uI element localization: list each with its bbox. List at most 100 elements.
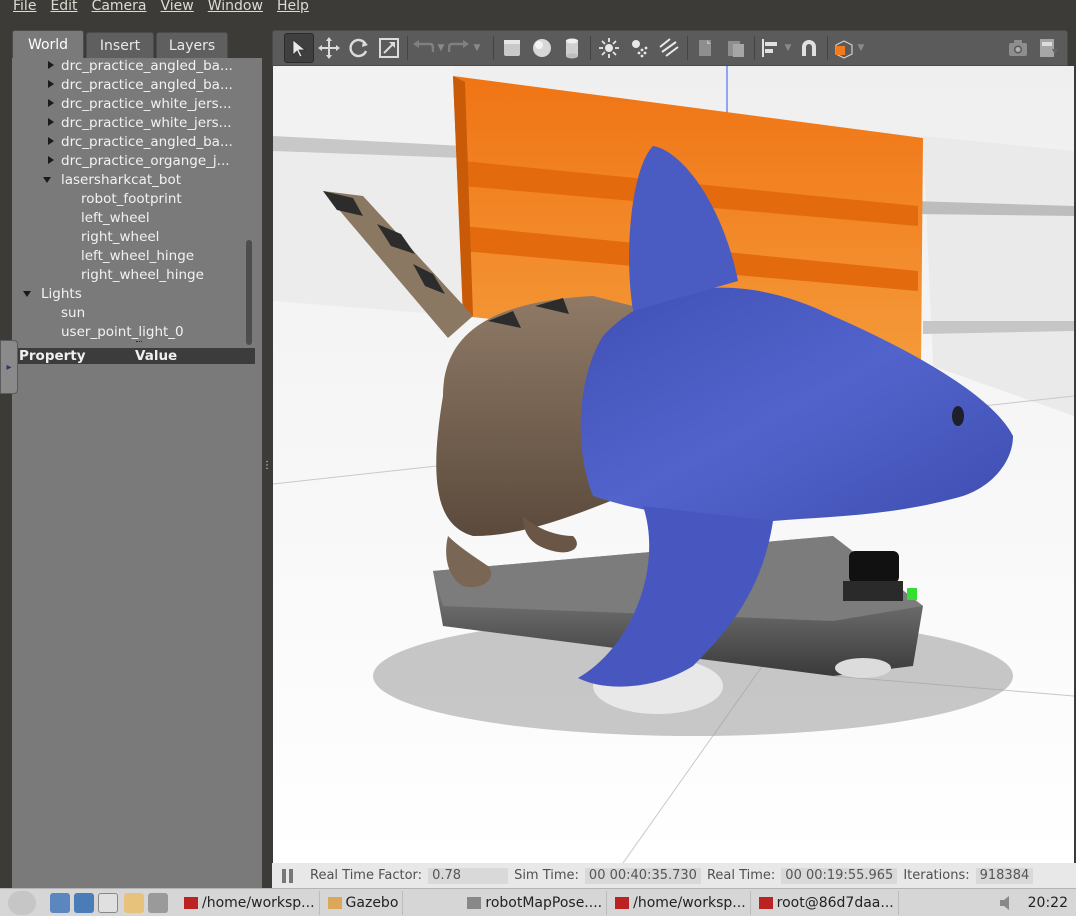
scene-viewport[interactable] <box>273 66 1074 863</box>
tree-item-light[interactable]: user_point_light_0 <box>61 322 184 341</box>
tree-item-joint[interactable]: left_wheel_hinge <box>81 246 194 265</box>
terminal-icon <box>184 896 198 909</box>
desktop-icon[interactable] <box>74 892 94 913</box>
panel-collapse-handle[interactable]: ▸ <box>0 340 18 394</box>
tab-insert[interactable]: Insert <box>86 32 154 58</box>
task-terminal-3[interactable]: root@86d7daa... <box>755 890 899 915</box>
view-angle-dropdown[interactable]: ▼ <box>855 43 867 53</box>
menu-edit[interactable]: Edit <box>43 0 84 15</box>
lidar-mount <box>843 581 903 601</box>
tree-item-model[interactable]: drc_practice_angled_ba... <box>46 132 233 151</box>
tab-layers[interactable]: Layers <box>156 32 228 58</box>
collapse-arrow-icon[interactable] <box>23 284 33 303</box>
expand-arrow-icon[interactable] <box>46 58 56 75</box>
redo-history-dropdown[interactable]: ▼ <box>471 43 483 53</box>
terminal-icon <box>758 896 773 909</box>
volume-icon[interactable] <box>998 895 1020 911</box>
scale-mode-button[interactable] <box>374 33 404 63</box>
vertical-splitter-grip[interactable]: ⋮ <box>262 460 272 480</box>
toolbar-separator <box>827 36 828 60</box>
copy-button[interactable] <box>691 33 721 63</box>
tree-item-model[interactable]: drc_practice_angled_ba... <box>46 75 233 94</box>
tree-scrollbar[interactable] <box>246 240 252 345</box>
paste-button[interactable] <box>721 33 751 63</box>
task-terminal-2[interactable]: /home/worksp... <box>611 890 751 915</box>
tree-item-label: left_wheel <box>81 209 150 226</box>
tree-item-light[interactable]: sun <box>61 303 85 322</box>
snap-button[interactable] <box>794 33 824 63</box>
gazebo-launcher-icon[interactable] <box>124 892 144 913</box>
pause-button[interactable] <box>282 868 296 883</box>
sun-light-icon <box>599 38 619 58</box>
menu-window-label: Window <box>207 0 263 14</box>
tree-item-model[interactable]: drc_practice_white_jers... <box>46 113 232 132</box>
log-button[interactable] <box>1033 33 1063 63</box>
property-table-header: Property Value <box>17 348 255 364</box>
insert-directional-light-button[interactable] <box>654 33 684 63</box>
translate-mode-button[interactable] <box>314 33 344 63</box>
view-angle-button[interactable] <box>831 33 855 63</box>
menu-help[interactable]: Help <box>270 0 316 15</box>
task-terminal-1[interactable]: /home/worksp... <box>180 890 320 915</box>
tree-item-link[interactable]: left_wheel <box>81 208 150 227</box>
tree-item-link[interactable]: right_wheel <box>81 227 159 246</box>
menu-view-label: View <box>160 0 194 14</box>
expand-arrow-icon[interactable] <box>46 113 56 132</box>
file-manager-icon[interactable] <box>50 892 70 913</box>
expand-arrow-icon[interactable] <box>46 75 56 94</box>
tree-item-lights[interactable]: Lights <box>23 284 82 303</box>
task-label: /home/worksp... <box>633 894 746 911</box>
tab-world[interactable]: World <box>12 30 84 58</box>
tree-item-robot[interactable]: lasersharkcat_bot <box>43 170 181 189</box>
task-rviz[interactable]: robotMapPose.... <box>463 890 608 915</box>
select-mode-button[interactable] <box>284 33 314 63</box>
menu-view[interactable]: View <box>154 0 201 15</box>
iterations-value: 918384 <box>975 867 1034 884</box>
tree-item-model[interactable]: drc_practice_organge_j... <box>46 151 230 170</box>
expand-arrow-icon[interactable] <box>46 151 56 170</box>
world-tree: drc_practice_angled_ba... drc_practice_a… <box>12 58 262 348</box>
rear-caster <box>835 658 891 678</box>
panel-splitter[interactable] <box>136 341 142 344</box>
tab-layers-label: Layers <box>168 37 216 54</box>
toolbar-separator <box>754 36 755 60</box>
insert-point-light-button[interactable] <box>594 33 624 63</box>
tree-item-label: drc_practice_white_jers... <box>61 114 232 131</box>
redo-icon <box>448 40 469 52</box>
undo-history-dropdown[interactable]: ▼ <box>435 43 447 53</box>
tree-item-label: drc_practice_white_jers... <box>61 95 232 112</box>
window-icon[interactable] <box>98 892 118 913</box>
terminal-launcher-icon[interactable] <box>148 892 168 913</box>
collapse-arrow-icon[interactable] <box>43 170 53 189</box>
expand-arrow-icon[interactable] <box>46 132 56 151</box>
align-button[interactable] <box>758 33 782 63</box>
menu-file[interactable]: File <box>0 0 43 15</box>
tree-item-label: sun <box>61 304 86 321</box>
clock: 20:22 <box>1027 894 1068 911</box>
insert-cylinder-button[interactable] <box>557 33 587 63</box>
align-dropdown[interactable]: ▼ <box>782 43 794 53</box>
insert-sphere-button[interactable] <box>527 33 557 63</box>
menu-camera[interactable]: Camera <box>85 0 154 15</box>
tree-item-label: lasersharkcat_bot <box>61 171 182 188</box>
insert-spot-light-button[interactable] <box>624 33 654 63</box>
tree-item-model[interactable]: drc_practice_angled_ba... <box>46 58 233 75</box>
start-menu-icon[interactable] <box>8 890 36 915</box>
redo-button[interactable] <box>447 33 471 63</box>
system-tray: 20:22 <box>998 895 1076 911</box>
left-panel: World Insert Layers drc_practice_angled_… <box>12 30 262 888</box>
tree-item-joint[interactable]: right_wheel_hinge <box>81 265 204 284</box>
toolbar-separator <box>590 36 591 60</box>
expand-arrow-icon[interactable] <box>46 94 56 113</box>
rotate-mode-button[interactable] <box>344 33 374 63</box>
task-gazebo[interactable]: Gazebo <box>324 890 404 915</box>
undo-button[interactable] <box>411 33 435 63</box>
screenshot-button[interactable] <box>1003 33 1033 63</box>
tree-item-link[interactable]: robot_footprint <box>81 189 182 208</box>
gazebo-icon <box>327 896 342 909</box>
tree-item-label: Lights <box>41 285 82 302</box>
menu-window[interactable]: Window <box>201 0 270 15</box>
insert-box-button[interactable] <box>497 33 527 63</box>
simulation-statusbar: Real Time Factor: 0.78 Sim Time: 00 00:4… <box>272 863 1076 888</box>
tree-item-model[interactable]: drc_practice_white_jers... <box>46 94 232 113</box>
